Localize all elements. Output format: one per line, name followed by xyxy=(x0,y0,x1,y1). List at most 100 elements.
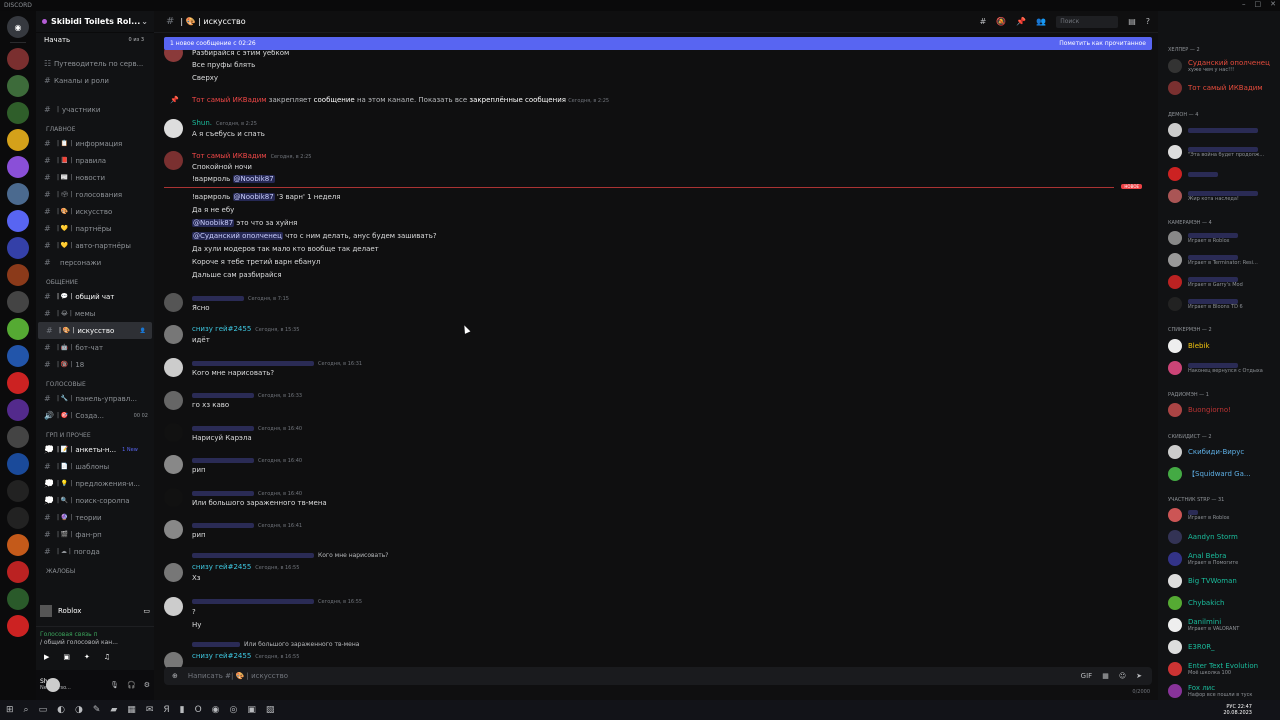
channel-bot[interactable]: # | 🤖 | бот-чат xyxy=(36,339,154,356)
channels-roles-link[interactable]: # Каналы и роли xyxy=(36,72,154,89)
send-icon[interactable]: ➤ xyxy=(1136,672,1142,680)
member-item[interactable]: Fox лис Нафор все пошли в туск xyxy=(1168,684,1278,698)
activity-icon[interactable]: ✦ xyxy=(84,653,90,661)
member-item[interactable]: Играет в Garry's Mod xyxy=(1168,275,1278,289)
category-chat[interactable]: ОБЩЕНИЕ xyxy=(36,271,154,288)
camera-icon[interactable]: ▶ xyxy=(44,653,49,661)
minimize-icon[interactable]: – xyxy=(1242,0,1246,8)
add-user-icon[interactable]: 👤 xyxy=(140,328,146,334)
channel-forms[interactable]: 💭 | 📝 | анкеты-н... 1 New xyxy=(36,441,154,458)
username[interactable] xyxy=(192,457,254,463)
mention[interactable]: @Noobik87 xyxy=(192,219,235,227)
username[interactable] xyxy=(192,490,254,496)
server-icon[interactable] xyxy=(7,561,29,583)
app-icon[interactable]: ▦ xyxy=(127,705,136,715)
screen-icon[interactable]: ▭ xyxy=(143,607,150,615)
avatar[interactable] xyxy=(164,520,183,539)
member-item[interactable]: Anal Bebra Играет в Помогите xyxy=(1168,552,1278,566)
search-input[interactable]: Поиск xyxy=(1056,15,1119,28)
pin-user[interactable]: Тот самый ИКВадим xyxy=(192,96,267,104)
app-icon[interactable]: ▣ xyxy=(247,705,256,715)
server-icon[interactable] xyxy=(7,615,29,637)
server-icon[interactable] xyxy=(7,210,29,232)
channel-rules[interactable]: # | 📕 | правила xyxy=(36,152,154,169)
member-item[interactable]: "Эта войнa будет продолж... xyxy=(1168,145,1278,159)
channel-weather[interactable]: # | ☁ | погода xyxy=(36,543,154,560)
server-icon[interactable] xyxy=(7,156,29,178)
server-icon[interactable] xyxy=(7,237,29,259)
member-item[interactable] xyxy=(1168,167,1278,181)
gif-icon[interactable]: GIF xyxy=(1081,672,1093,680)
windows-start-icon[interactable]: ⊞ xyxy=(6,705,14,715)
channel-fan-rp[interactable]: # | 🎬 | фан-рп xyxy=(36,526,154,543)
folder-icon[interactable]: ▰ xyxy=(110,705,117,715)
app-icon[interactable]: ◑ xyxy=(75,705,83,715)
server-icon[interactable] xyxy=(7,291,29,313)
category-voice[interactable]: ГОЛОСОВЫЕ xyxy=(36,373,154,390)
start-row[interactable]: Начать 0 из 3 xyxy=(36,33,154,47)
avatar[interactable] xyxy=(164,423,183,442)
gear-icon[interactable]: ⚙ xyxy=(144,681,150,689)
channel-art[interactable]: # | 🎨 | искусство xyxy=(36,203,154,220)
guide-link[interactable]: ☷ Путеводитель по серв... xyxy=(36,55,154,72)
app-icon[interactable]: ✎ xyxy=(93,705,101,715)
mark-read-button[interactable]: Пометить как прочитанное xyxy=(1059,40,1146,47)
new-messages-bar[interactable]: 1 новое сообщение с 02:26 Пометить как пр… xyxy=(164,37,1152,50)
username[interactable] xyxy=(192,425,254,431)
avatar[interactable] xyxy=(164,563,183,582)
member-item[interactable]: Играет в Bloons TD 6 xyxy=(1168,297,1278,311)
members-channel[interactable]: # | участники xyxy=(36,101,154,118)
category-complaints[interactable]: ЖАЛОБЫ xyxy=(36,560,154,577)
inbox-icon[interactable]: ▤ xyxy=(1128,17,1136,26)
server-icon[interactable] xyxy=(7,264,29,286)
server-icon[interactable] xyxy=(7,480,29,502)
server-icon[interactable] xyxy=(7,318,29,340)
avatar[interactable] xyxy=(164,358,183,377)
member-item[interactable]: Danilmini Играет в VALORANT xyxy=(1168,618,1278,632)
channel-votes[interactable]: # | 🗳 | голосования xyxy=(36,186,154,203)
avatar[interactable] xyxy=(164,325,183,344)
username[interactable] xyxy=(192,598,314,604)
server-icon[interactable] xyxy=(7,345,29,367)
chrome-icon[interactable]: ◎ xyxy=(230,705,238,715)
avatar[interactable] xyxy=(164,488,183,507)
member-item[interactable]: Chybakich xyxy=(1168,596,1278,610)
soundboard-icon[interactable]: ♫ xyxy=(104,653,110,661)
member-item[interactable]: Big TVWoman xyxy=(1168,574,1278,588)
username[interactable]: Тот самый ИКВадим xyxy=(192,152,267,160)
mail-icon[interactable]: ✉ xyxy=(146,705,154,715)
member-item[interactable]: Суданский ополченец хуже чем у нас!!! xyxy=(1168,59,1278,73)
help-icon[interactable]: ? xyxy=(1146,17,1150,26)
server-icon[interactable] xyxy=(7,426,29,448)
username[interactable]: снизу гей#2455 xyxy=(192,325,251,333)
member-item[interactable]: Тот самый ИКВадим xyxy=(1168,81,1278,95)
member-item[interactable] xyxy=(1168,123,1278,137)
mute-bell-icon[interactable]: 🔕 xyxy=(996,17,1006,26)
search-icon[interactable]: ⌕ xyxy=(24,705,29,715)
add-attachment-icon[interactable]: ⊕ xyxy=(172,672,178,680)
close-icon[interactable]: ✕ xyxy=(1270,0,1276,8)
channel-templates[interactable]: # | 📄 | шаблоны xyxy=(36,458,154,475)
threads-icon[interactable]: # xyxy=(980,17,987,26)
discord-icon[interactable]: ◉ xyxy=(212,705,220,715)
username[interactable]: снизу гей#2455 xyxy=(192,652,251,660)
member-item[interactable]: Жир кота наследа! xyxy=(1168,189,1278,203)
chevron-down-icon[interactable]: ⌄ xyxy=(141,17,148,26)
member-item[interactable]: 【Squidward Ga... xyxy=(1168,467,1278,481)
avatar[interactable] xyxy=(164,391,183,410)
channel-auto-partners[interactable]: # | 💛 | авто-партнёры xyxy=(36,237,154,254)
mention[interactable]: @Noobik87 xyxy=(232,193,275,201)
username[interactable] xyxy=(192,522,254,528)
channel-search-rp[interactable]: 💭 | 🔍 | поиск-соролпа xyxy=(36,492,154,509)
sticker-icon[interactable]: ▦ xyxy=(1102,672,1109,680)
pin-message-link[interactable]: сообщение xyxy=(314,96,355,104)
maximize-icon[interactable]: □ xyxy=(1255,0,1262,8)
member-item[interactable]: Aandyn Storm xyxy=(1168,530,1278,544)
clock[interactable]: РУС 22:47 20.08.2023 xyxy=(1223,704,1252,716)
server-icon[interactable] xyxy=(7,399,29,421)
app-icon[interactable]: ▧ xyxy=(266,705,275,715)
member-item[interactable]: E3R0R_ xyxy=(1168,640,1278,654)
channel-suggestions[interactable]: 💭 | 💡 | предложения-и... xyxy=(36,475,154,492)
avatar[interactable] xyxy=(164,455,183,474)
mention[interactable]: @Суданский ополченец xyxy=(192,232,283,240)
